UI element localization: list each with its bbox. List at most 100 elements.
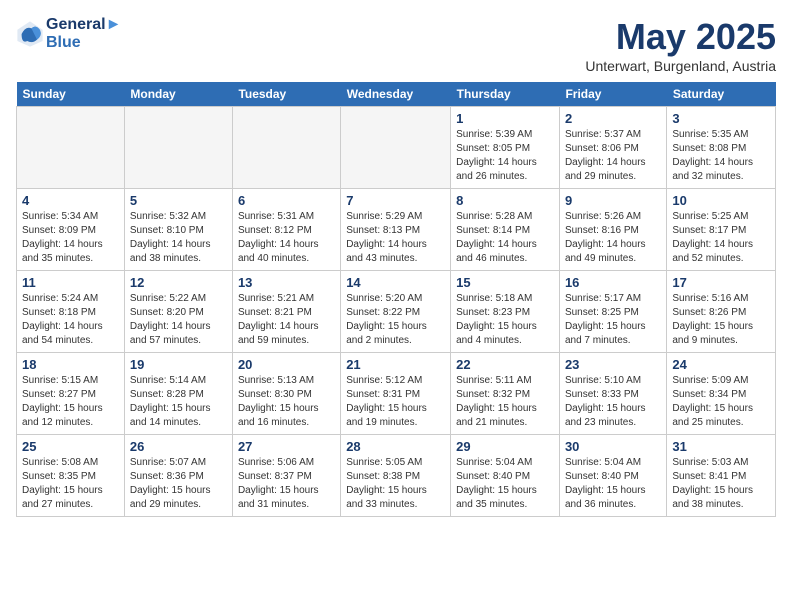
weekday-header-sunday: Sunday — [17, 82, 125, 107]
day-number: 23 — [565, 357, 661, 372]
day-number: 5 — [130, 193, 227, 208]
day-cell: 20Sunrise: 5:13 AM Sunset: 8:30 PM Dayli… — [232, 353, 340, 435]
week-row-3: 11Sunrise: 5:24 AM Sunset: 8:18 PM Dayli… — [17, 271, 776, 353]
day-number: 4 — [22, 193, 119, 208]
day-number: 10 — [672, 193, 770, 208]
day-cell — [232, 107, 340, 189]
day-cell: 29 Sunrise: 5:04 AM Sunset: 8:40 PM Dayli… — [451, 435, 560, 517]
day-cell: 1 Sunrise: 5:39 AM Sunset: 8:05 PM Daylig… — [451, 107, 560, 189]
day-detail: Sunrise: 5:04 AM Sunset: 8:40 PM Dayligh… — [565, 456, 661, 512]
day-cell: 12 Sunrise: 5:22 AM Sunset: 8:20 PM Dayli… — [124, 271, 232, 353]
day-cell: 25 Sunrise: 5:08 AM Sunset: 8:35 PM Dayli… — [17, 435, 125, 517]
day-detail: Sunrise: 5:09 AM Sunset: 8:34 PM Dayligh… — [672, 374, 770, 430]
page-header: General► Blue May 2025 Unterwart, Burgen… — [16, 16, 776, 74]
day-detail: Sunrise: 5:28 AM Sunset: 8:14 PM Dayligh… — [456, 210, 554, 266]
day-cell: 30 Sunrise: 5:04 AM Sunset: 8:40 PM Dayli… — [559, 435, 666, 517]
day-detail: Sunrise: 5:25 AM Sunset: 8:17 PM Dayligh… — [672, 210, 770, 266]
day-number: 3 — [672, 111, 770, 126]
day-detail: Sunrise: 5:16 AM Sunset: 8:26 PM Dayligh… — [672, 292, 770, 348]
day-cell: 15Sunrise: 5:18 AM Sunset: 8:23 PM Dayli… — [451, 271, 560, 353]
day-detail: Sunrise: 5:17 AM Sunset: 8:25 PM Dayligh… — [565, 292, 661, 348]
day-number: 16 — [565, 275, 661, 290]
week-row-2: 4Sunrise: 5:34 AM Sunset: 8:09 PM Daylig… — [17, 189, 776, 271]
weekday-header-wednesday: Wednesday — [341, 82, 451, 107]
logo-icon — [16, 20, 44, 48]
day-cell: 22 Sunrise: 5:11 AM Sunset: 8:32 PM Dayli… — [451, 353, 560, 435]
day-cell: 3 Sunrise: 5:35 AM Sunset: 8:08 PM Daylig… — [667, 107, 776, 189]
day-detail: Sunrise: 5:39 AM Sunset: 8:05 PM Dayligh… — [456, 128, 554, 184]
day-cell: 24 Sunrise: 5:09 AM Sunset: 8:34 PM Dayli… — [667, 353, 776, 435]
day-number: 8 — [456, 193, 554, 208]
day-cell: 27Sunrise: 5:06 AM Sunset: 8:37 PM Dayli… — [232, 435, 340, 517]
calendar-table: SundayMondayTuesdayWednesdayThursdayFrid… — [16, 82, 776, 517]
day-cell: 17 Sunrise: 5:16 AM Sunset: 8:26 PM Dayli… — [667, 271, 776, 353]
day-cell — [341, 107, 451, 189]
day-cell: 7Sunrise: 5:29 AM Sunset: 8:13 PM Daylig… — [341, 189, 451, 271]
day-cell: 13Sunrise: 5:21 AM Sunset: 8:21 PM Dayli… — [232, 271, 340, 353]
day-detail: Sunrise: 5:03 AM Sunset: 8:41 PM Dayligh… — [672, 456, 770, 512]
day-number: 14 — [346, 275, 445, 290]
day-number: 15 — [456, 275, 554, 290]
weekday-header-friday: Friday — [559, 82, 666, 107]
day-number: 29 — [456, 439, 554, 454]
day-cell: 16 Sunrise: 5:17 AM Sunset: 8:25 PM Dayli… — [559, 271, 666, 353]
day-number: 1 — [456, 111, 554, 126]
day-number: 2 — [565, 111, 661, 126]
day-cell: 8 Sunrise: 5:28 AM Sunset: 8:14 PM Daylig… — [451, 189, 560, 271]
day-cell — [124, 107, 232, 189]
logo: General► Blue — [16, 16, 121, 52]
day-number: 19 — [130, 357, 227, 372]
day-detail: Sunrise: 5:21 AM Sunset: 8:21 PM Dayligh… — [238, 292, 335, 348]
day-detail: Sunrise: 5:08 AM Sunset: 8:35 PM Dayligh… — [22, 456, 119, 512]
day-number: 30 — [565, 439, 661, 454]
month-title: May 2025 — [585, 16, 776, 58]
week-row-5: 25 Sunrise: 5:08 AM Sunset: 8:35 PM Dayli… — [17, 435, 776, 517]
title-block: May 2025 Unterwart, Burgenland, Austria — [585, 16, 776, 74]
day-detail: Sunrise: 5:10 AM Sunset: 8:33 PM Dayligh… — [565, 374, 661, 430]
day-detail: Sunrise: 5:35 AM Sunset: 8:08 PM Dayligh… — [672, 128, 770, 184]
day-cell: 6Sunrise: 5:31 AM Sunset: 8:12 PM Daylig… — [232, 189, 340, 271]
day-number: 22 — [456, 357, 554, 372]
day-number: 18 — [22, 357, 119, 372]
day-cell: 26 Sunrise: 5:07 AM Sunset: 8:36 PM Dayli… — [124, 435, 232, 517]
day-detail: Sunrise: 5:32 AM Sunset: 8:10 PM Dayligh… — [130, 210, 227, 266]
day-detail: Sunrise: 5:05 AM Sunset: 8:38 PM Dayligh… — [346, 456, 445, 512]
weekday-header-thursday: Thursday — [451, 82, 560, 107]
day-cell: 18 Sunrise: 5:15 AM Sunset: 8:27 PM Dayli… — [17, 353, 125, 435]
day-cell: 14 Sunrise: 5:20 AM Sunset: 8:22 PM Dayli… — [341, 271, 451, 353]
day-number: 21 — [346, 357, 445, 372]
day-number: 7 — [346, 193, 445, 208]
day-cell: 23 Sunrise: 5:10 AM Sunset: 8:33 PM Dayli… — [559, 353, 666, 435]
day-detail: Sunrise: 5:15 AM Sunset: 8:27 PM Dayligh… — [22, 374, 119, 430]
day-detail: Sunrise: 5:22 AM Sunset: 8:20 PM Dayligh… — [130, 292, 227, 348]
day-cell: 4Sunrise: 5:34 AM Sunset: 8:09 PM Daylig… — [17, 189, 125, 271]
day-cell: 5 Sunrise: 5:32 AM Sunset: 8:10 PM Daylig… — [124, 189, 232, 271]
day-detail: Sunrise: 5:11 AM Sunset: 8:32 PM Dayligh… — [456, 374, 554, 430]
day-cell — [17, 107, 125, 189]
day-number: 17 — [672, 275, 770, 290]
weekday-header-row: SundayMondayTuesdayWednesdayThursdayFrid… — [17, 82, 776, 107]
day-detail: Sunrise: 5:04 AM Sunset: 8:40 PM Dayligh… — [456, 456, 554, 512]
day-cell: 19Sunrise: 5:14 AM Sunset: 8:28 PM Dayli… — [124, 353, 232, 435]
day-detail: Sunrise: 5:20 AM Sunset: 8:22 PM Dayligh… — [346, 292, 445, 348]
day-cell: 2Sunrise: 5:37 AM Sunset: 8:06 PM Daylig… — [559, 107, 666, 189]
location-subtitle: Unterwart, Burgenland, Austria — [585, 58, 776, 74]
day-number: 31 — [672, 439, 770, 454]
day-cell: 10 Sunrise: 5:25 AM Sunset: 8:17 PM Dayli… — [667, 189, 776, 271]
day-detail: Sunrise: 5:24 AM Sunset: 8:18 PM Dayligh… — [22, 292, 119, 348]
day-detail: Sunrise: 5:13 AM Sunset: 8:30 PM Dayligh… — [238, 374, 335, 430]
day-number: 9 — [565, 193, 661, 208]
weekday-header-monday: Monday — [124, 82, 232, 107]
day-number: 27 — [238, 439, 335, 454]
day-cell: 31 Sunrise: 5:03 AM Sunset: 8:41 PM Dayli… — [667, 435, 776, 517]
day-detail: Sunrise: 5:07 AM Sunset: 8:36 PM Dayligh… — [130, 456, 227, 512]
day-cell: 28Sunrise: 5:05 AM Sunset: 8:38 PM Dayli… — [341, 435, 451, 517]
logo-text: General► Blue — [46, 16, 121, 52]
day-number: 26 — [130, 439, 227, 454]
day-cell: 21Sunrise: 5:12 AM Sunset: 8:31 PM Dayli… — [341, 353, 451, 435]
day-number: 25 — [22, 439, 119, 454]
day-cell: 9Sunrise: 5:26 AM Sunset: 8:16 PM Daylig… — [559, 189, 666, 271]
day-cell: 11Sunrise: 5:24 AM Sunset: 8:18 PM Dayli… — [17, 271, 125, 353]
day-number: 12 — [130, 275, 227, 290]
day-number: 24 — [672, 357, 770, 372]
